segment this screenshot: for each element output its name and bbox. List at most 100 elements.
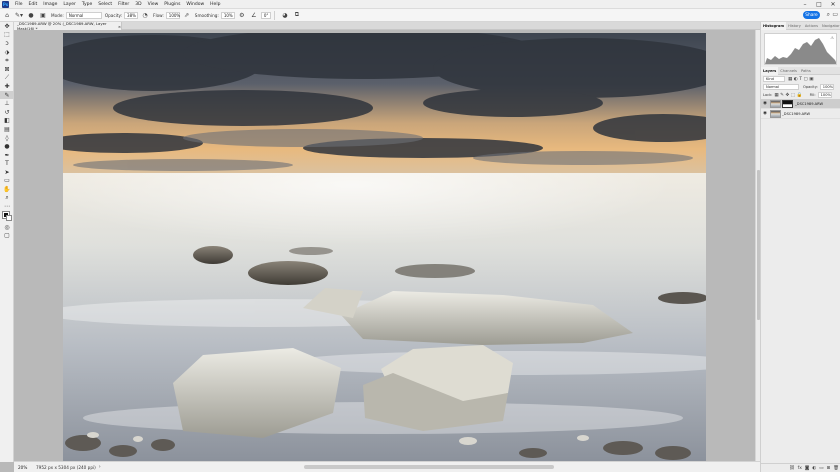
- close-window-button[interactable]: ✕: [826, 0, 840, 9]
- airbrush-icon[interactable]: ⇗: [182, 11, 192, 20]
- lock-transparency-icon[interactable]: ▦: [774, 93, 778, 98]
- smoothing-options-gear-icon[interactable]: ⚙: [237, 11, 247, 20]
- pen-tool-icon[interactable]: ✒: [0, 151, 14, 160]
- filter-type-icon[interactable]: T: [799, 77, 802, 82]
- brush-tool-preset-icon[interactable]: ✎▾: [14, 11, 24, 20]
- quick-mask-icon[interactable]: ◎: [0, 223, 14, 232]
- pressure-opacity-icon[interactable]: ◔: [140, 11, 150, 20]
- menu-help[interactable]: Help: [207, 2, 223, 7]
- filter-adjustment-icon[interactable]: ◐: [794, 77, 798, 82]
- tab-layers[interactable]: Layers: [761, 66, 779, 75]
- screen-mode-icon[interactable]: ▢: [0, 232, 14, 241]
- visibility-eye-icon[interactable]: ◉: [763, 101, 770, 106]
- lock-all-icon[interactable]: 🔒: [797, 93, 803, 98]
- menu-edit[interactable]: Edit: [26, 2, 41, 7]
- brush-settings-icon[interactable]: ▣: [38, 11, 48, 20]
- link-layers-icon[interactable]: ⛓: [789, 466, 795, 471]
- lock-artboard-icon[interactable]: ⬚: [791, 93, 795, 98]
- document-image[interactable]: [63, 33, 706, 461]
- status-menu-icon[interactable]: ›: [99, 464, 101, 470]
- maximize-button[interactable]: □: [812, 0, 826, 9]
- tab-actions[interactable]: Actions: [803, 22, 820, 30]
- new-group-icon[interactable]: ▭: [819, 466, 823, 471]
- visibility-eye-icon[interactable]: ◉: [763, 111, 770, 116]
- search-icon[interactable]: ⌕: [827, 11, 830, 19]
- menu-file[interactable]: File: [12, 2, 26, 7]
- cache-warning-icon[interactable]: ⚠: [830, 35, 834, 40]
- adjustment-layer-icon[interactable]: ◐: [812, 466, 816, 471]
- horizontal-scrollbar[interactable]: [304, 465, 554, 469]
- menu-filter[interactable]: Filter: [115, 2, 132, 7]
- background-color-swatch[interactable]: [6, 215, 12, 222]
- marquee-tool-icon[interactable]: ⬚: [0, 31, 14, 40]
- layer-row-background[interactable]: ◉ _DSC1989.ARW: [761, 109, 840, 119]
- zoom-level[interactable]: 20%: [18, 465, 32, 470]
- tab-history[interactable]: History: [786, 22, 803, 30]
- lock-pixels-icon[interactable]: ✎: [780, 93, 784, 98]
- menu-plugins[interactable]: Plugins: [161, 2, 183, 7]
- workspace-icon[interactable]: ▭: [832, 11, 838, 18]
- clone-stamp-tool-icon[interactable]: ⊥: [0, 99, 14, 108]
- filter-pixel-icon[interactable]: ▦: [788, 77, 792, 82]
- new-layer-icon[interactable]: ⊞: [827, 466, 831, 471]
- minimize-button[interactable]: –: [798, 0, 812, 9]
- flow-field[interactable]: 100%: [165, 11, 180, 19]
- blur-tool-icon[interactable]: ◊: [0, 134, 14, 143]
- filter-smart-object-icon[interactable]: ▣: [809, 77, 813, 82]
- opacity-field[interactable]: 38%: [124, 11, 139, 19]
- brush-tool-icon[interactable]: ✎: [0, 90, 14, 100]
- crop-tool-icon[interactable]: ⌗: [0, 56, 14, 65]
- object-selection-tool-icon[interactable]: ⬗: [0, 48, 14, 57]
- document-tab[interactable]: _DSC1989.ARW @ 20% (_DSC1989.ARW, Layer …: [14, 21, 122, 31]
- menu-3d[interactable]: 3D: [132, 2, 144, 7]
- brush-size-icon[interactable]: ●: [26, 11, 36, 20]
- layer-thumbnail[interactable]: [770, 109, 781, 118]
- layer-row-masked[interactable]: ◉ _DSC1989.ARW: [761, 99, 840, 109]
- blend-mode-select[interactable]: Normal: [763, 84, 799, 90]
- menu-view[interactable]: View: [145, 2, 162, 7]
- menu-image[interactable]: Image: [40, 2, 60, 7]
- menu-select[interactable]: Select: [95, 2, 115, 7]
- tab-histogram[interactable]: Histogram: [761, 21, 787, 30]
- menu-window[interactable]: Window: [183, 2, 207, 7]
- menu-layer[interactable]: Layer: [60, 2, 79, 7]
- smoothing-field[interactable]: 10%: [220, 11, 235, 19]
- zoom-tool-icon[interactable]: ⌕: [0, 194, 14, 203]
- eraser-tool-icon[interactable]: ◧: [0, 117, 14, 126]
- rectangle-tool-icon[interactable]: ▭: [0, 177, 14, 186]
- filter-shape-icon[interactable]: ▢: [803, 77, 807, 82]
- color-swatches[interactable]: [0, 211, 14, 223]
- menu-type[interactable]: Type: [79, 2, 95, 7]
- close-tab-icon[interactable]: ×: [118, 24, 121, 29]
- brush-angle-field[interactable]: 0°: [260, 11, 271, 19]
- spot-healing-tool-icon[interactable]: ✚: [0, 82, 14, 91]
- home-icon[interactable]: ⌂: [2, 11, 12, 20]
- layer-mask-thumbnail[interactable]: [782, 99, 793, 108]
- fill-field[interactable]: 100%: [817, 92, 832, 98]
- symmetry-icon[interactable]: ⧉: [292, 11, 302, 20]
- add-mask-icon[interactable]: ◙: [805, 466, 809, 471]
- type-tool-icon[interactable]: T: [0, 160, 14, 169]
- layer-name[interactable]: _DSC1989.ARW: [795, 102, 823, 106]
- mode-select[interactable]: Normal: [65, 11, 102, 19]
- dodge-tool-icon[interactable]: ●: [0, 142, 14, 151]
- eyedropper-tool-icon[interactable]: ⟋: [0, 74, 14, 83]
- edit-toolbar-icon[interactable]: ⋯: [0, 202, 14, 211]
- delete-layer-icon[interactable]: 🗑: [833, 466, 839, 471]
- history-brush-tool-icon[interactable]: ↺: [0, 108, 14, 117]
- pressure-size-icon[interactable]: ◕: [280, 11, 290, 20]
- lock-position-icon[interactable]: ✥: [785, 93, 789, 98]
- layer-style-icon[interactable]: fx: [798, 466, 802, 471]
- lasso-tool-icon[interactable]: ↄ: [0, 39, 14, 48]
- layer-name[interactable]: _DSC1989.ARW: [782, 112, 810, 116]
- gradient-tool-icon[interactable]: ▤: [0, 125, 14, 134]
- layer-kind-filter[interactable]: Kind: [763, 76, 785, 82]
- layer-opacity-field[interactable]: 100%: [819, 84, 834, 90]
- layer-thumbnail[interactable]: [770, 99, 781, 108]
- tab-paths[interactable]: Paths: [799, 67, 813, 75]
- path-selection-tool-icon[interactable]: ➤: [0, 168, 14, 177]
- frame-tool-icon[interactable]: ⊠: [0, 65, 14, 74]
- hand-tool-icon[interactable]: ✋: [0, 185, 14, 194]
- tab-channels[interactable]: Channels: [778, 67, 799, 75]
- move-tool-icon[interactable]: ✥: [0, 22, 14, 31]
